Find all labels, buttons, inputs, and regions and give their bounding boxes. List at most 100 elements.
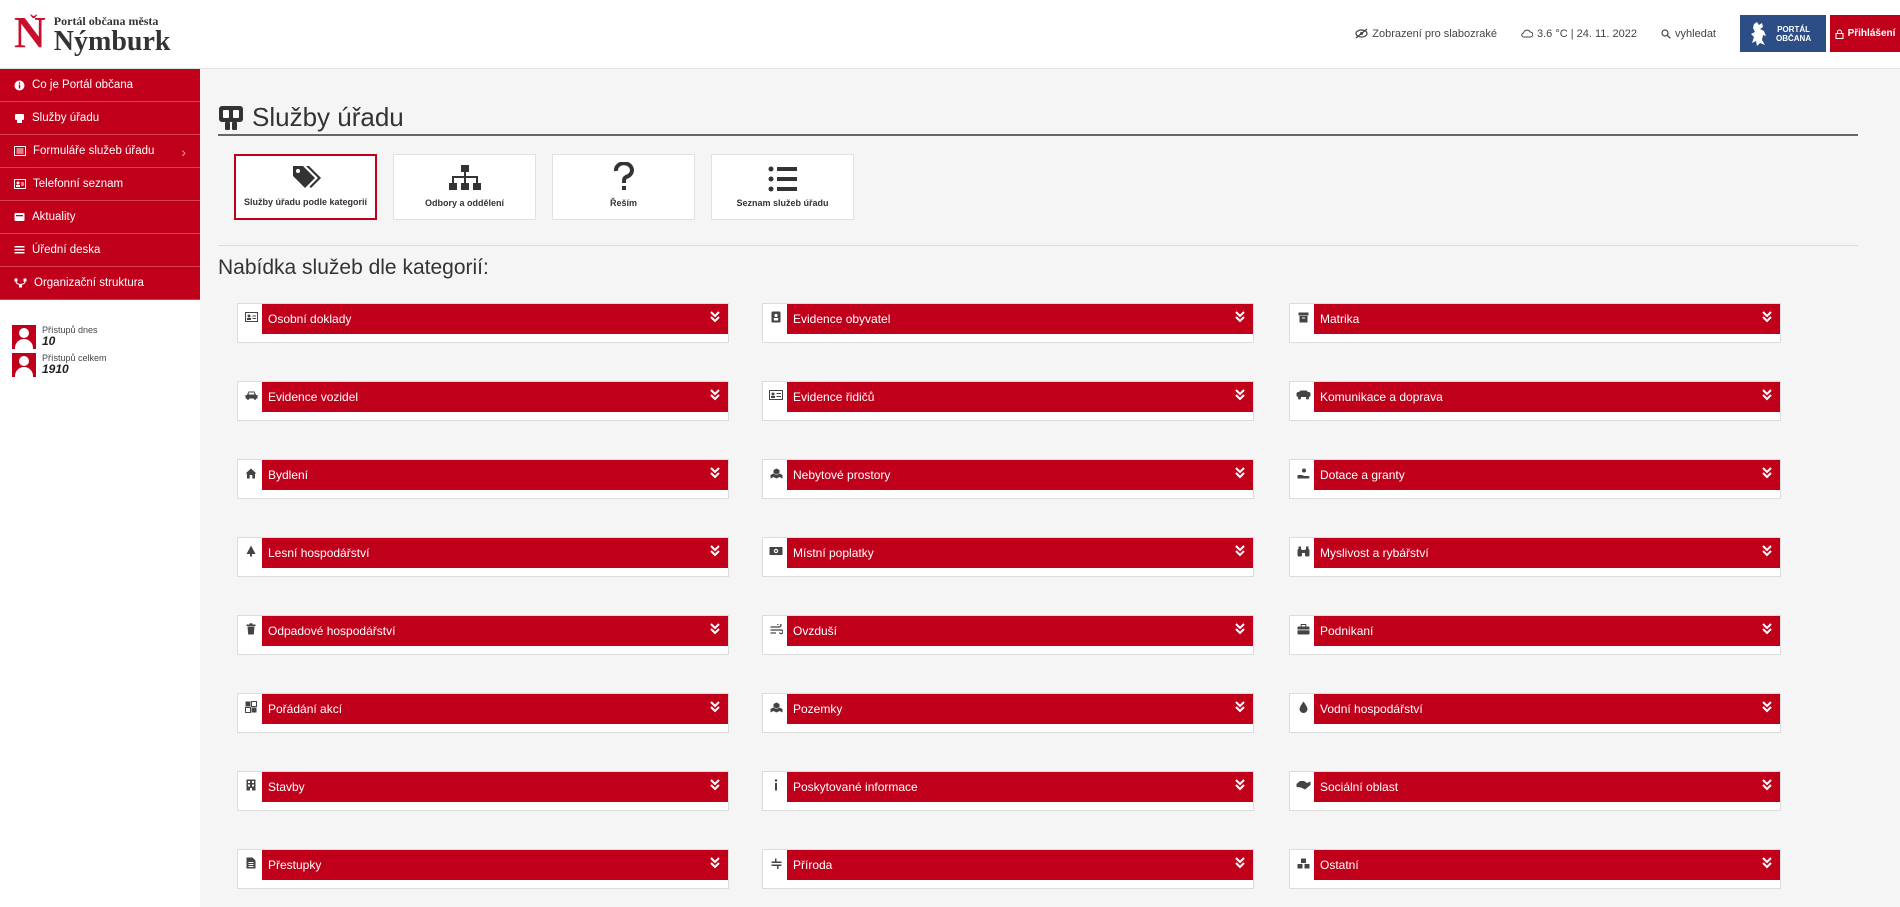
category-header[interactable]: Bydlení [262, 460, 728, 490]
category-header[interactable]: Matrika [1314, 304, 1780, 334]
double-chevron-down-icon[interactable] [1235, 544, 1245, 561]
double-chevron-down-icon[interactable] [710, 856, 720, 873]
category-header[interactable]: Lesní hospodářství [262, 538, 728, 568]
category-header[interactable]: Pozemky [787, 694, 1253, 724]
category-header[interactable]: Příroda [787, 850, 1253, 880]
double-chevron-down-icon[interactable] [1235, 700, 1245, 717]
category-header[interactable]: Evidence vozidel [262, 382, 728, 412]
category-header[interactable]: Nebytové prostory [787, 460, 1253, 490]
double-chevron-down-icon[interactable] [1235, 622, 1245, 639]
category-card[interactable]: Vodní hospodářství [1289, 693, 1781, 733]
category-header[interactable]: Komunikace a doprava [1314, 382, 1780, 412]
category-header[interactable]: Sociální oblast [1314, 772, 1780, 802]
category-header[interactable]: Pořádání akcí [262, 694, 728, 724]
sidebar-item-uredni-deska[interactable]: Úřední deska [0, 234, 200, 267]
sidebar-item-co-je-portal[interactable]: Co je Portál občana [0, 69, 200, 102]
category-header[interactable]: Ovzduší [787, 616, 1253, 646]
category-card[interactable]: Lesní hospodářství [237, 537, 729, 577]
category-card[interactable]: Přestupky [237, 849, 729, 889]
double-chevron-down-icon[interactable] [1762, 856, 1772, 873]
double-chevron-down-icon[interactable] [710, 544, 720, 561]
category-header[interactable]: Odpadové hospodářství [262, 616, 728, 646]
category-card[interactable]: Pořádání akcí [237, 693, 729, 733]
accessibility-link[interactable]: Zobrazení pro slabozraké [1355, 28, 1497, 40]
category-header[interactable]: Ostatní [1314, 850, 1780, 880]
category-label: Ovzduší [793, 624, 838, 638]
double-chevron-down-icon[interactable] [1235, 466, 1245, 483]
category-card[interactable]: Evidence obyvatel [762, 303, 1254, 343]
search-label: vyhledat [1675, 27, 1716, 40]
category-header[interactable]: Poskytované informace [787, 772, 1253, 802]
category-header[interactable]: Vodní hospodářství [1314, 694, 1780, 724]
double-chevron-down-icon[interactable] [1762, 622, 1772, 639]
double-chevron-down-icon[interactable] [710, 700, 720, 717]
page-title-text: Služby úřadu [252, 102, 404, 132]
tile-label: Odbory a oddělení [424, 198, 504, 208]
category-card[interactable]: Sociální oblast [1289, 771, 1781, 811]
category-card[interactable]: Matrika [1289, 303, 1781, 343]
double-chevron-down-icon[interactable] [1762, 544, 1772, 561]
site-logo[interactable]: Nˇ Portál občana města Nýmburk [14, 10, 170, 56]
portal-obcana-button[interactable]: PORTÁL OBČANA [1740, 15, 1826, 52]
double-chevron-down-icon[interactable] [1762, 466, 1772, 483]
category-card[interactable]: Pozemky [762, 693, 1254, 733]
tile-label: Řeším [609, 198, 637, 208]
category-header[interactable]: Evidence obyvatel [787, 304, 1253, 334]
category-card[interactable]: Bydlení [237, 459, 729, 499]
double-chevron-down-icon[interactable] [710, 388, 720, 405]
list-icon [768, 166, 797, 192]
category-card[interactable]: Komunikace a doprava [1289, 381, 1781, 421]
double-chevron-down-icon[interactable] [1235, 310, 1245, 327]
double-chevron-down-icon[interactable] [710, 310, 720, 327]
category-card[interactable]: Ovzduší [762, 615, 1254, 655]
category-card[interactable]: Podnikaní [1289, 615, 1781, 655]
category-header[interactable]: Dotace a granty [1314, 460, 1780, 490]
contact-card-icon [14, 179, 26, 189]
sidebar-item-sluzby-uradu[interactable]: Služby úřadu [0, 102, 200, 135]
category-header[interactable]: Místní poplatky [787, 538, 1253, 568]
category-card[interactable]: Místní poplatky [762, 537, 1254, 577]
sidebar-item-aktuality[interactable]: Aktuality [0, 201, 200, 234]
tile-service-list[interactable]: Seznam služeb úřadu [711, 154, 854, 220]
category-header[interactable]: Myslivost a rybářství [1314, 538, 1780, 568]
category-card[interactable]: Příroda [762, 849, 1254, 889]
category-card[interactable]: Poskytované informace [762, 771, 1254, 811]
trash-icon [243, 621, 259, 637]
double-chevron-down-icon[interactable] [710, 622, 720, 639]
double-chevron-down-icon[interactable] [1762, 310, 1772, 327]
sidebar-item-organizacni-struktura[interactable]: Organizační struktura [0, 267, 200, 300]
nature-icon [768, 855, 784, 871]
category-card[interactable]: Evidence vozidel [237, 381, 729, 421]
category-header[interactable]: Osobní doklady [262, 304, 728, 334]
sidebar-item-formulare[interactable]: Formuláře služeb úřadu › [0, 135, 200, 168]
tile-resim[interactable]: Řeším [552, 154, 695, 220]
tile-departments[interactable]: Odbory a oddělení [393, 154, 536, 220]
category-card[interactable]: Odpadové hospodářství [237, 615, 729, 655]
category-header[interactable]: Stavby [262, 772, 728, 802]
category-card[interactable]: Osobní doklady [237, 303, 729, 343]
section-title: Nabídka služeb dle kategorií: [218, 256, 489, 279]
tile-categories[interactable]: Služby úřadu podle kategorií [234, 154, 377, 220]
category-card[interactable]: Ostatní [1289, 849, 1781, 889]
category-header[interactable]: Přestupky [262, 850, 728, 880]
category-header[interactable]: Evidence řidičů [787, 382, 1253, 412]
category-card[interactable]: Evidence řidičů [762, 381, 1254, 421]
category-card[interactable]: Myslivost a rybářství [1289, 537, 1781, 577]
double-chevron-down-icon[interactable] [1235, 856, 1245, 873]
double-chevron-down-icon[interactable] [1762, 388, 1772, 405]
double-chevron-down-icon[interactable] [1235, 778, 1245, 795]
category-card[interactable]: Dotace a granty [1289, 459, 1781, 499]
double-chevron-down-icon[interactable] [1235, 388, 1245, 405]
access-stats: Přístupů dnes 10 Přístupů celkem 1910 [0, 300, 200, 377]
search-link[interactable]: vyhledat [1661, 28, 1716, 40]
category-card[interactable]: Nebytové prostory [762, 459, 1254, 499]
double-chevron-down-icon[interactable] [710, 466, 720, 483]
category-card[interactable]: Stavby [237, 771, 729, 811]
login-button[interactable]: Přihlášení [1830, 15, 1900, 52]
category-label: Poskytované informace [793, 780, 918, 794]
double-chevron-down-icon[interactable] [1762, 700, 1772, 717]
double-chevron-down-icon[interactable] [710, 778, 720, 795]
category-header[interactable]: Podnikaní [1314, 616, 1780, 646]
double-chevron-down-icon[interactable] [1762, 778, 1772, 795]
sidebar-item-telefonni-seznam[interactable]: Telefonní seznam [0, 168, 200, 201]
